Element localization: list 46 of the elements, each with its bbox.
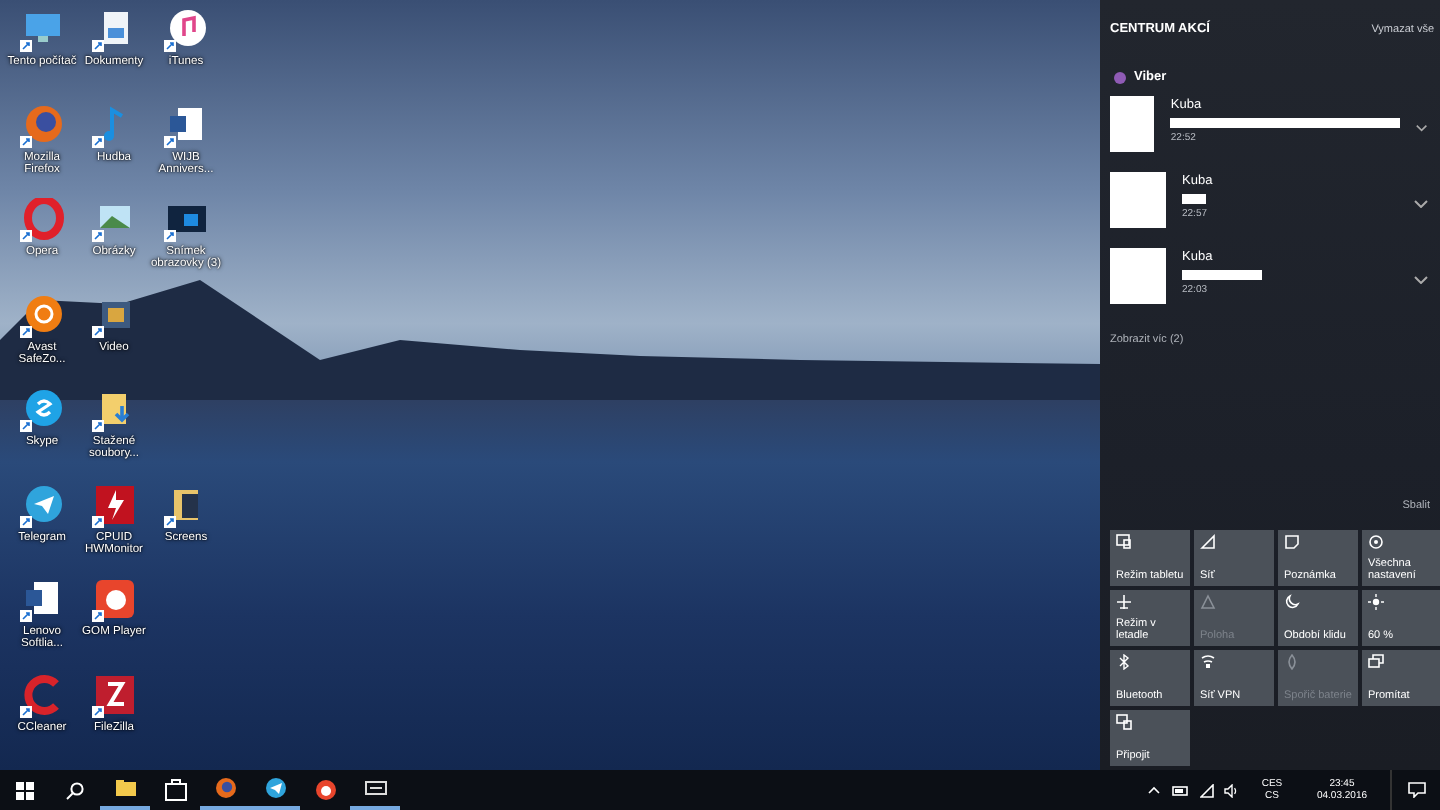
paper-plane-logo-icon <box>263 776 287 800</box>
devices-icon <box>1116 714 1132 730</box>
lightning-logo-icon[interactable] <box>92 483 136 527</box>
player-logo-icon <box>313 778 337 802</box>
shopping-bag-icon <box>163 778 187 802</box>
document-icon[interactable] <box>164 103 208 147</box>
signal-icon <box>1200 534 1216 550</box>
zigzag-logo-icon[interactable] <box>92 673 136 717</box>
player-logo-icon[interactable] <box>92 578 136 622</box>
document-icon[interactable] <box>20 578 64 622</box>
bluetooth-icon <box>1116 654 1132 670</box>
redacted-message <box>1182 270 1262 281</box>
app-logo-icon <box>1114 71 1126 84</box>
browser-logo-icon <box>213 776 237 800</box>
location-icon <box>1200 594 1216 610</box>
redacted-avatar <box>1110 247 1166 303</box>
ring-logo-icon[interactable] <box>20 198 64 242</box>
vpn-icon <box>1200 654 1216 670</box>
sun-icon <box>1368 594 1384 610</box>
network-icon[interactable] <box>1200 783 1214 797</box>
notification-icon <box>1407 782 1425 798</box>
chat-logo-icon[interactable] <box>20 388 64 432</box>
app-window-icon <box>363 776 387 800</box>
paper-plane-logo-icon[interactable] <box>20 483 64 527</box>
search-icon <box>66 781 84 799</box>
redacted-avatar <box>1110 171 1166 227</box>
redacted-avatar <box>1110 95 1155 151</box>
chevron-up-icon[interactable] <box>1148 786 1160 794</box>
speaker-icon[interactable] <box>1224 783 1238 797</box>
moon-icon <box>1284 594 1300 610</box>
windows-logo-icon <box>16 781 34 799</box>
music-note-icon[interactable] <box>164 8 208 52</box>
brush-logo-icon[interactable] <box>20 673 64 717</box>
wheel-logo-icon[interactable] <box>20 293 64 337</box>
expand-chevron-icon[interactable] <box>1414 199 1428 207</box>
tablet-icon <box>1116 534 1132 550</box>
battery-icon[interactable] <box>1172 785 1190 795</box>
expand-chevron-icon[interactable] <box>1414 275 1428 283</box>
note-icon <box>1284 534 1300 550</box>
redacted-message <box>1182 194 1206 205</box>
screens-icon <box>1368 654 1384 670</box>
folder-icon <box>113 776 137 800</box>
browser-logo-icon[interactable] <box>20 103 64 147</box>
monitor-icon[interactable] <box>20 8 64 52</box>
settings-icon <box>1368 534 1384 550</box>
expand-chevron-icon[interactable] <box>1416 123 1428 131</box>
